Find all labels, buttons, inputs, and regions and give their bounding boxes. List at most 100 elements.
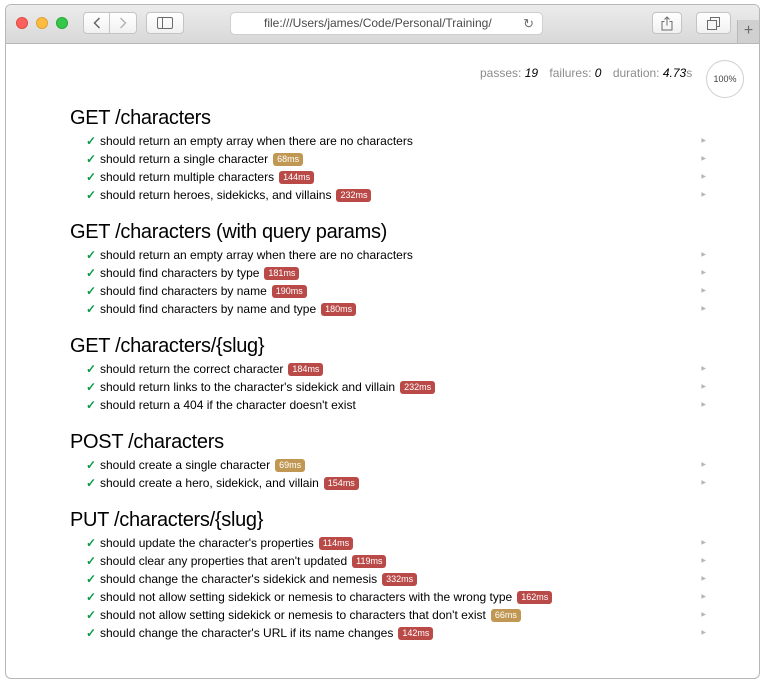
show-tabs-button[interactable] [696,12,731,34]
replay-icon[interactable]: ▶ [701,534,706,552]
new-tab-button[interactable]: + [737,20,759,43]
check-icon: ✓ [86,188,97,202]
test-title[interactable]: should clear any properties that aren't … [100,554,347,568]
replay-icon[interactable]: ▶ [701,360,706,378]
test-title[interactable]: should update the character's properties [100,536,314,550]
check-icon: ✓ [86,398,97,412]
duration-badge: 119ms [352,555,387,568]
test-title[interactable]: should not allow setting sidekick or nem… [100,608,486,622]
replay-icon[interactable]: ▶ [701,474,706,492]
test-suite: GET /characters (with query params) ✓ shou… [70,218,710,318]
test-row: ✓ should return a 404 if the character do… [70,396,710,414]
chevron-right-icon [119,17,127,29]
replay-icon[interactable]: ▶ [701,264,706,282]
progress-value: 100% [713,74,737,84]
failures-count[interactable]: 0 [595,66,602,80]
duration-badge: 154ms [323,477,359,490]
test-row: ✓ should change the character's sidekick … [70,570,710,588]
check-icon: ✓ [86,608,97,622]
duration-badge: 190ms [271,285,307,298]
maximize-window-button[interactable] [56,17,68,29]
replay-icon[interactable]: ▶ [701,606,706,624]
replay-icon[interactable]: ▶ [701,624,706,642]
test-title[interactable]: should find characters by name [100,284,267,298]
replay-icon[interactable]: ▶ [701,396,706,414]
duration-badge: 332ms [382,573,418,586]
passes-count[interactable]: 19 [525,66,538,80]
duration-value: 4.73 [662,66,687,80]
replay-icon[interactable]: ▶ [701,150,706,168]
sidebar-toggle-button[interactable] [146,12,184,34]
test-row: ✓ should create a hero, sidekick, and vil… [70,474,710,492]
suite-title[interactable]: POST /characters [70,428,710,456]
test-title[interactable]: should return multiple characters [100,170,274,184]
test-row: ✓ should not allow setting sidekick or ne… [70,606,710,624]
test-row: ✓ should change the character's URL if it… [70,624,710,642]
check-icon: ✓ [86,170,97,184]
duration-label: duration: [612,66,660,80]
test-title[interactable]: should return a 404 if the character doe… [100,398,356,412]
duration-badge: 232ms [400,381,436,394]
test-row: ✓ should return an empty array when there… [70,132,710,150]
test-row: ✓ should return multiple characters 144ms ▶ [70,168,710,186]
share-button[interactable] [652,12,682,34]
duration-badge: 114ms [318,537,354,550]
failures-label: failures: [549,66,592,80]
back-button[interactable] [83,12,110,34]
test-title[interactable]: should return links to the character's s… [100,380,395,394]
stats-bar: passes: 19 failures: 0 duration: 4.73s [480,66,692,80]
test-title[interactable]: should find characters by type [100,266,259,280]
test-title[interactable]: should change the character's sidekick a… [100,572,377,586]
test-row: ✓ should update the character's propertie… [70,534,710,552]
replay-icon[interactable]: ▶ [701,132,706,150]
check-icon: ✓ [86,134,97,148]
replay-icon[interactable]: ▶ [701,378,706,396]
replay-icon[interactable]: ▶ [701,246,706,264]
mocha-report: GET /characters ✓ should return an empty a… [70,104,710,656]
duration-badge: 142ms [398,627,434,640]
suite-title[interactable]: GET /characters [70,104,710,132]
replay-icon[interactable]: ▶ [701,168,706,186]
minimize-window-button[interactable] [36,17,48,29]
duration-badge: 66ms [490,609,521,622]
duration-badge: 184ms [288,363,324,376]
test-row: ✓ should return the correct character 184m… [70,360,710,378]
check-icon: ✓ [86,554,97,568]
replay-icon[interactable]: ▶ [701,282,706,300]
replay-icon[interactable]: ▶ [701,186,706,204]
replay-icon[interactable]: ▶ [701,552,706,570]
test-title[interactable]: should return the correct character [100,362,283,376]
test-title[interactable]: should return an empty array when there … [100,134,413,148]
address-bar[interactable]: file:///Users/james/Code/Personal/Traini… [230,12,543,35]
replay-icon[interactable]: ▶ [701,588,706,606]
reload-icon[interactable]: ↻ [523,13,534,34]
test-title[interactable]: should return a single character [100,152,268,166]
duration-badge: 68ms [273,153,304,166]
check-icon: ✓ [86,380,97,394]
test-suite: GET /characters/{slug} ✓ should return the… [70,332,710,414]
close-window-button[interactable] [16,17,28,29]
test-title[interactable]: should return heroes, sidekicks, and vil… [100,188,331,202]
duration-badge: 69ms [275,459,306,472]
share-icon [661,15,673,30]
check-icon: ✓ [86,476,97,490]
replay-icon[interactable]: ▶ [701,570,706,588]
replay-icon[interactable]: ▶ [701,300,706,318]
replay-icon[interactable]: ▶ [701,456,706,474]
test-title[interactable]: should return an empty array when there … [100,248,413,262]
test-title[interactable]: should create a hero, sidekick, and vill… [100,476,319,490]
suite-title[interactable]: GET /characters/{slug} [70,332,710,360]
test-row: ✓ should find characters by name 190ms ▶ [70,282,710,300]
chevron-left-icon [92,17,100,29]
test-title[interactable]: should not allow setting sidekick or nem… [100,590,512,604]
test-title[interactable]: should find characters by name and type [100,302,316,316]
suite-title[interactable]: GET /characters (with query params) [70,218,710,246]
check-icon: ✓ [86,248,97,262]
test-suite: GET /characters ✓ should return an empty a… [70,104,710,204]
test-title[interactable]: should create a single character [100,458,270,472]
suite-title[interactable]: PUT /characters/{slug} [70,506,710,534]
forward-button[interactable] [110,12,137,34]
test-row: ✓ should find characters by name and type… [70,300,710,318]
test-title[interactable]: should change the character's URL if its… [100,626,393,640]
duration-badge: 180ms [321,303,357,316]
